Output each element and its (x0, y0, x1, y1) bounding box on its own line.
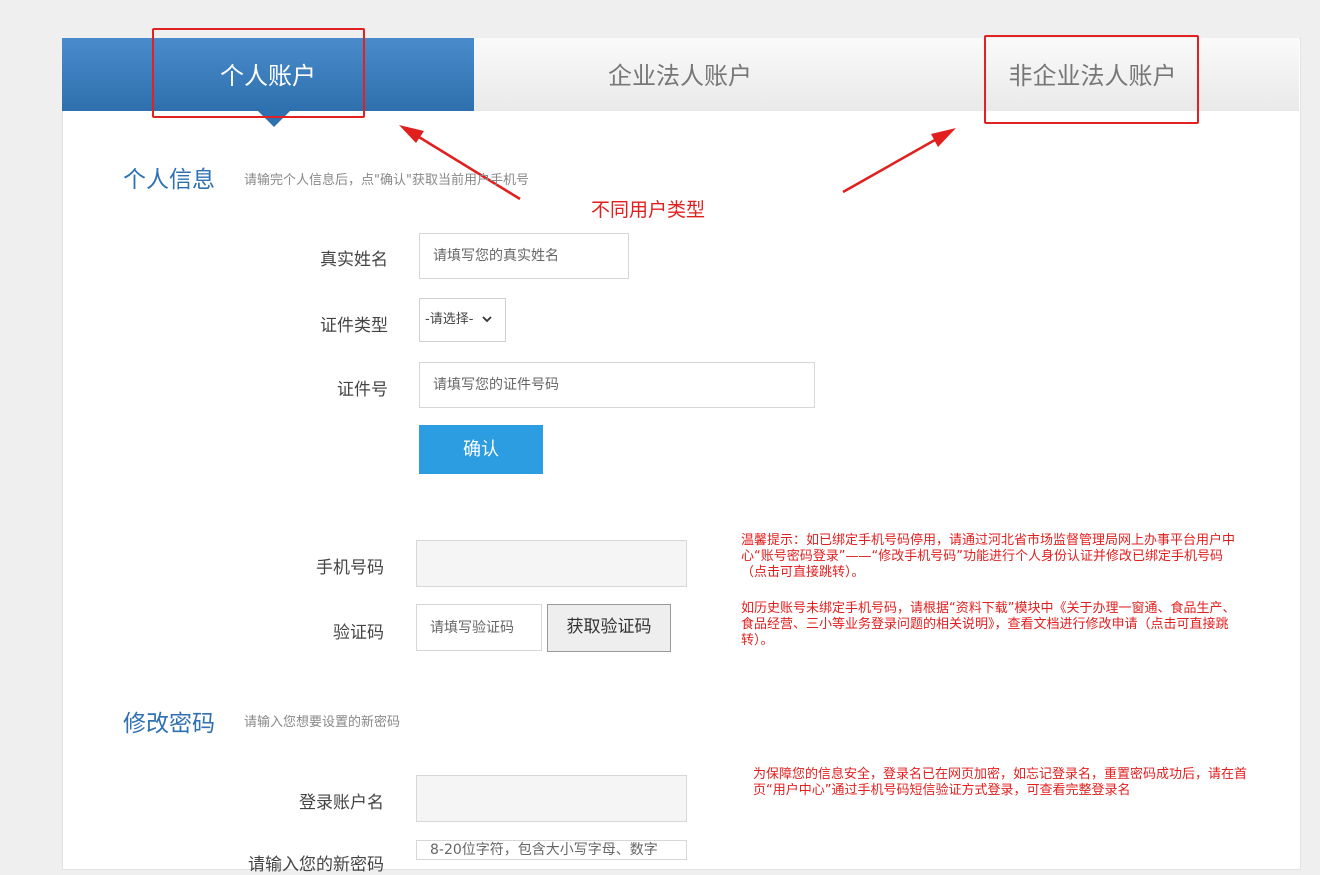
phone-input[interactable] (416, 540, 687, 587)
confirm-button[interactable]: 确认 (419, 425, 543, 474)
login-name-input[interactable] (416, 775, 687, 822)
section-hint-personal-info: 请输完个人信息后，点"确认"获取当前用户手机号 (244, 173, 529, 188)
section-hint-change-password: 请输入您想要设置的新密码 (244, 715, 401, 730)
id-type-selected-value: -请选择- (425, 312, 474, 327)
verification-code-input[interactable] (416, 604, 542, 651)
phone-label: 手机号码 (316, 558, 384, 578)
real-name-input[interactable] (419, 233, 629, 279)
chevron-down-icon (481, 316, 492, 323)
phone-tip-note[interactable]: 温馨提示：如已绑定手机号码停用，请通过河北省市场监督管理局网上办事平台用户中心“… (741, 533, 1239, 581)
id-type-select[interactable]: -请选择- (419, 298, 506, 342)
get-code-button[interactable]: 获取验证码 (547, 604, 671, 652)
id-type-label: 证件类型 (320, 316, 388, 336)
new-password-label: 请输入您的新密码 (248, 855, 384, 875)
id-number-input[interactable] (419, 362, 815, 408)
new-password-input[interactable] (416, 840, 687, 860)
annotation-arrow-right (842, 128, 956, 194)
login-name-label: 登录账户名 (299, 793, 384, 813)
id-number-label: 证件号 (337, 380, 388, 400)
login-name-tip-note: 为保障您的信息安全，登录名已在网页加密，如忘记登录名，重置密码成功后，请在首页“… (753, 767, 1248, 798)
verification-code-label: 验证码 (333, 623, 384, 643)
section-title-change-password: 修改密码 (123, 711, 215, 737)
real-name-label: 真实姓名 (320, 250, 388, 270)
history-account-note[interactable]: 如历史账号未绑定手机号码，请根据“资料下载”模块中《关于办理一窗通、食品生产、食… (741, 601, 1239, 649)
annotation-label: 不同用户类型 (591, 199, 706, 221)
section-title-personal-info: 个人信息 (123, 167, 215, 193)
